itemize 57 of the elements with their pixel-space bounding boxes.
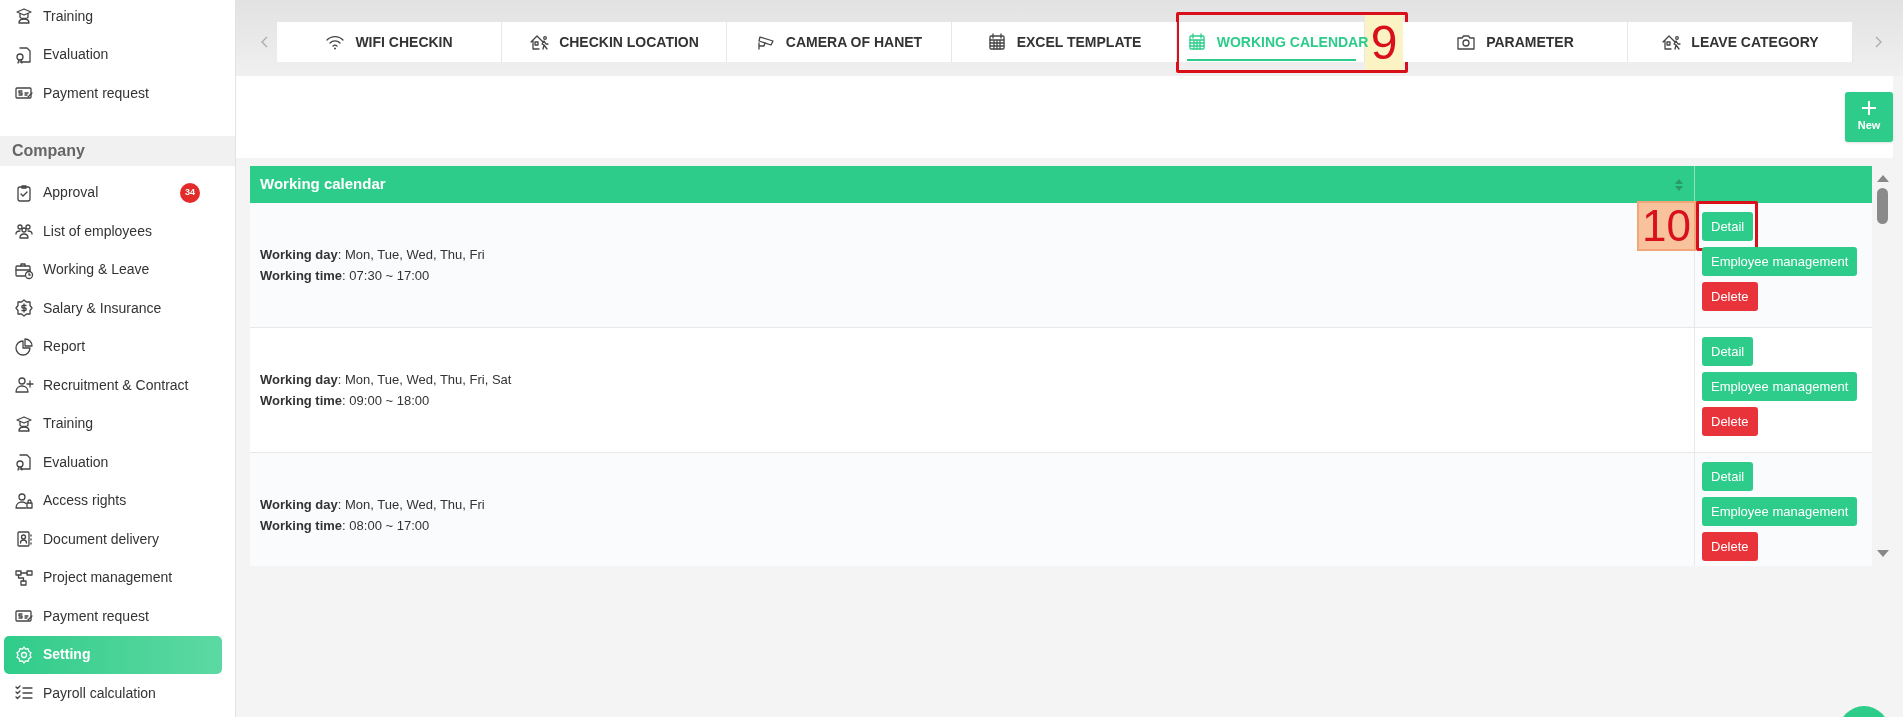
document-badge-icon	[14, 452, 34, 473]
chevron-left-icon	[260, 36, 269, 48]
clipboard-check-icon	[14, 182, 34, 203]
user-lock-icon	[14, 490, 34, 511]
add-user-icon	[14, 375, 34, 396]
chevron-right-icon	[1874, 36, 1882, 48]
sidebar-item[interactable]: Payroll calculation	[4, 674, 222, 713]
cell-text: Working day: Mon, Tue, Wed, Thu, Fri	[260, 496, 486, 514]
calendar-icon	[1186, 32, 1207, 52]
plus-icon	[1861, 100, 1877, 117]
tab[interactable]: CHECKIN LOCATION	[502, 22, 727, 62]
sidebar-item[interactable]: Document delivery	[4, 520, 222, 559]
id-card-icon	[14, 529, 34, 550]
delete-button[interactable]: Delete	[1702, 407, 1758, 436]
gear-icon	[14, 644, 34, 665]
sidebar-item[interactable]: Payment request	[4, 74, 222, 113]
tab[interactable]: EXCEL TEMPLATE	[952, 22, 1177, 62]
sidebar-item[interactable]: Evaluation	[4, 443, 222, 482]
calendar-icon	[986, 32, 1007, 52]
tab[interactable]: PARAMETER	[1403, 22, 1628, 62]
cell-text: Working day: Mon, Tue, Wed, Thu, Fri	[260, 246, 486, 264]
sidebar-item[interactable]: Salary & Insurance	[4, 289, 222, 328]
tab[interactable]: LEAVE CATEGORY	[1628, 22, 1853, 62]
section-title: Company	[12, 140, 85, 161]
sidebar-item[interactable]: Report	[4, 327, 222, 366]
annotation-number: 10	[1637, 201, 1696, 251]
sidebar-item[interactable]: Evaluation	[4, 35, 222, 74]
tab[interactable]: CAMERA OF HANET	[727, 22, 952, 62]
sidebar-item[interactable]: Working & Leave	[4, 250, 222, 289]
scrollbar-thumb[interactable]	[1877, 188, 1888, 224]
graduation-cap-icon	[14, 413, 34, 434]
count-badge: 34	[180, 182, 200, 203]
document-badge-icon	[14, 44, 34, 65]
scroll-down-icon[interactable]	[1876, 550, 1889, 558]
sidebar-item[interactable]: Payment request	[4, 597, 222, 636]
sidebar-item[interactable]: Approval 34	[4, 173, 222, 212]
cell-text: Working day: Mon, Tue, Wed, Thu, Fri, Sat	[260, 371, 513, 389]
delete-button[interactable]: Delete	[1702, 532, 1758, 561]
sidebar-item[interactable]: Recruitment & Contract	[4, 366, 222, 405]
cell-text: Working time: 09:00 ~ 18:00	[260, 392, 431, 410]
graduation-cap-icon	[14, 6, 34, 27]
cell-text: Working time: 07:30 ~ 17:00	[260, 267, 431, 285]
scroll-up-icon[interactable]	[1876, 174, 1889, 182]
cell-text: Working time: 08:00 ~ 17:00	[260, 517, 431, 535]
people-icon	[14, 221, 34, 242]
delete-button[interactable]: Delete	[1702, 282, 1758, 311]
sidebar-item[interactable]: List of employees	[4, 212, 222, 251]
pie-chart-icon	[14, 336, 34, 357]
sidebar-item[interactable]: Access rights	[4, 481, 222, 520]
flowchart-icon	[14, 567, 34, 588]
sidebar-item[interactable]: Training	[4, 404, 222, 443]
tab[interactable]: WIFI CHECKIN	[277, 22, 502, 62]
sidebar-item[interactable]: Project management	[4, 558, 222, 597]
dollar-badge-icon	[14, 298, 34, 319]
camera-icon	[1456, 32, 1477, 52]
sidebar-item[interactable]: Training	[4, 0, 222, 36]
sort-icon[interactable]	[1674, 177, 1684, 192]
